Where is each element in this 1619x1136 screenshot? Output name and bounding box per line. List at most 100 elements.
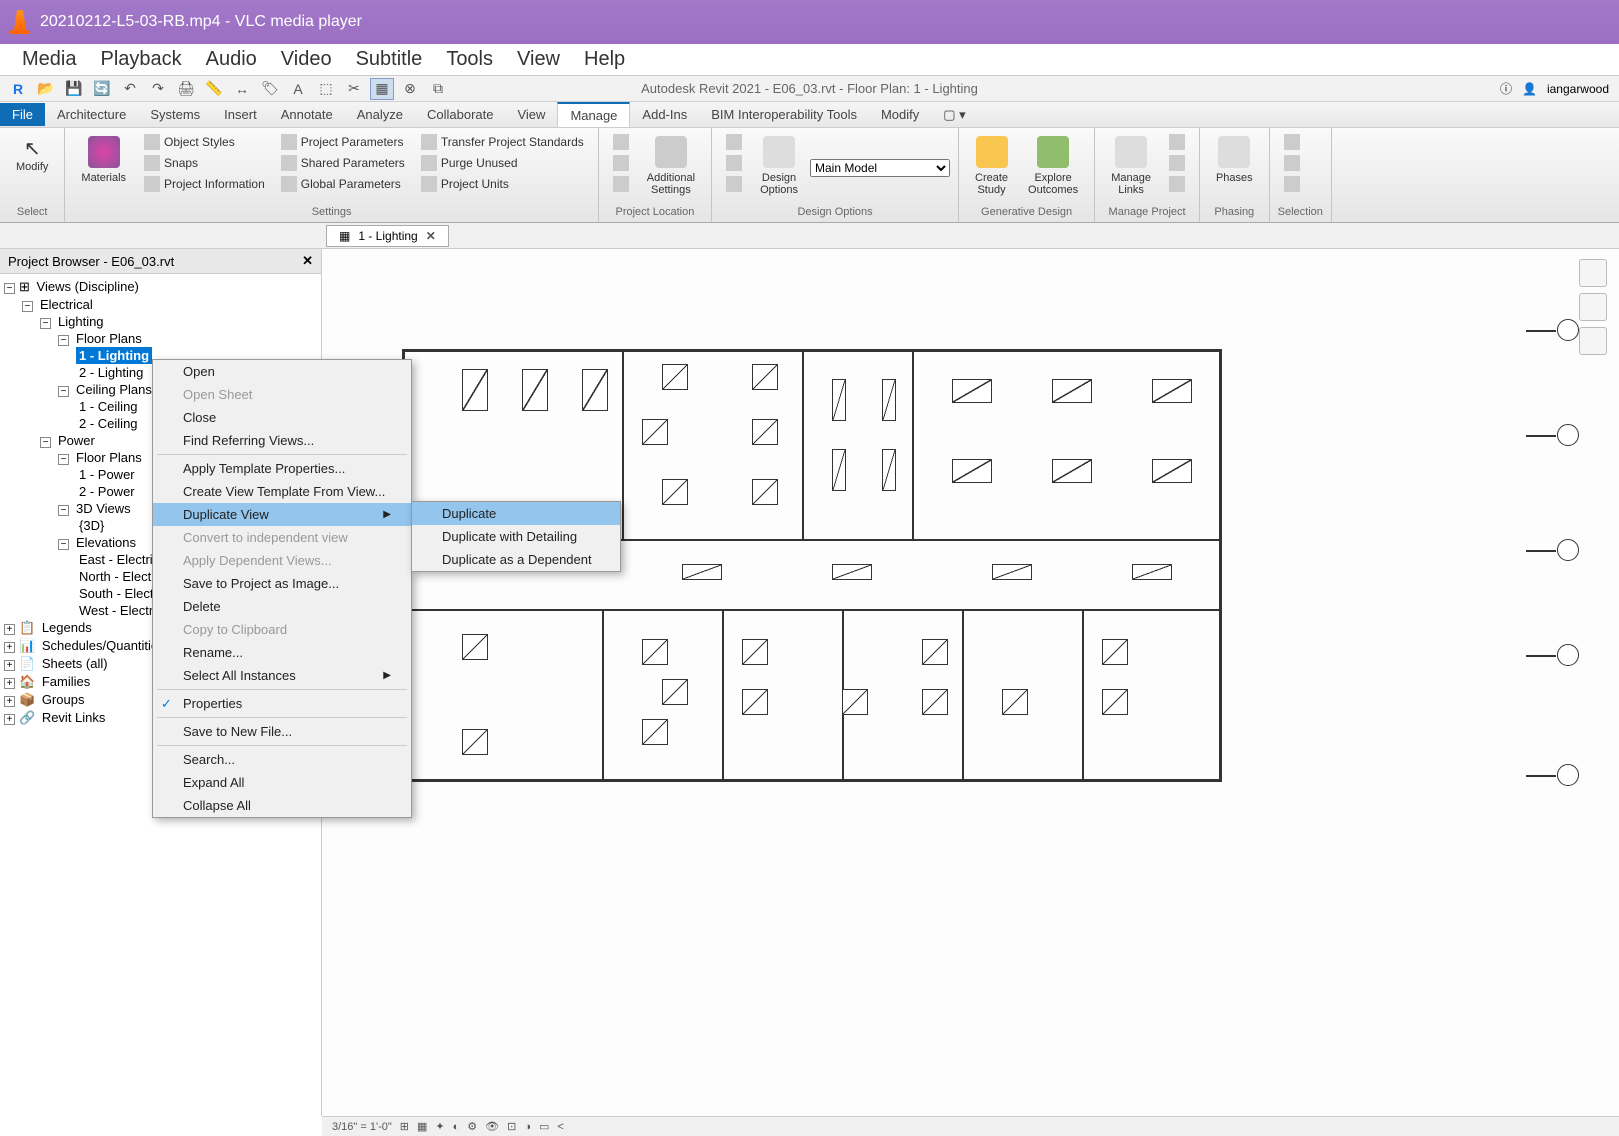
vlc-menu-subtitle[interactable]: Subtitle — [344, 44, 435, 75]
vlc-menu-video[interactable]: Video — [269, 44, 344, 75]
save-icon[interactable]: 💾 — [62, 78, 86, 100]
tree-item-1-ceiling[interactable]: 1 - Ceiling — [76, 398, 141, 415]
location-button[interactable] — [607, 132, 635, 152]
add-to-set-button[interactable] — [720, 132, 748, 152]
tab-manage[interactable]: Manage — [557, 102, 630, 127]
tab-context-icon[interactable]: ▢ ▾ — [931, 103, 977, 127]
cm-duplicate-detailing[interactable]: Duplicate with Detailing — [412, 525, 620, 548]
vlc-menu-tools[interactable]: Tools — [434, 44, 505, 75]
info-icon[interactable]: ⓘ — [1500, 80, 1512, 97]
tree-ceiling-plans[interactable]: Ceiling Plans — [73, 381, 155, 398]
tree-item-3d[interactable]: {3D} — [76, 517, 107, 534]
view-tab-lighting[interactable]: ▦ 1 - Lighting ✕ — [326, 225, 449, 247]
cm-collapse-all[interactable]: Collapse All — [153, 794, 411, 817]
tree-3d-views[interactable]: 3D Views — [73, 500, 134, 517]
tree-toggle[interactable]: + — [4, 624, 15, 635]
tab-architecture[interactable]: Architecture — [45, 103, 138, 126]
tab-view[interactable]: View — [505, 103, 557, 126]
cm-delete[interactable]: Delete — [153, 595, 411, 618]
tab-addins[interactable]: Add-Ins — [630, 103, 699, 126]
status-icon[interactable]: ✦ — [435, 1120, 444, 1133]
nav-wheel-icon[interactable] — [1579, 293, 1607, 321]
additional-settings-button[interactable]: Additional Settings — [639, 132, 703, 200]
manage-links-button[interactable]: Manage Links — [1103, 132, 1159, 200]
tree-toggle[interactable]: + — [4, 696, 15, 707]
explore-outcomes-button[interactable]: Explore Outcomes — [1020, 132, 1086, 200]
create-study-button[interactable]: Create Study — [967, 132, 1016, 200]
tab-analyze[interactable]: Analyze — [345, 103, 415, 126]
project-info-button[interactable]: Project Information — [138, 174, 271, 194]
starting-view-button[interactable] — [1163, 174, 1191, 194]
tree-toggle[interactable]: − — [58, 539, 69, 550]
cm-search[interactable]: Search... — [153, 748, 411, 771]
tree-schedules[interactable]: Schedules/Quantities — [39, 637, 168, 654]
view-tab-close-icon[interactable]: ✕ — [426, 229, 436, 243]
position-button[interactable] — [607, 174, 635, 194]
open-icon[interactable]: 📂 — [34, 78, 58, 100]
transfer-standards-button[interactable]: Transfer Project Standards — [415, 132, 590, 152]
cm-create-template[interactable]: Create View Template From View... — [153, 480, 411, 503]
nav-home-icon[interactable] — [1579, 259, 1607, 287]
tree-toggle[interactable]: − — [58, 386, 69, 397]
tree-power-floor-plans[interactable]: Floor Plans — [73, 449, 145, 466]
view3d-icon[interactable]: ⬚ — [314, 78, 338, 100]
tree-legends[interactable]: Legends — [39, 619, 95, 636]
status-icon[interactable]: ◐ — [453, 1121, 460, 1133]
cm-save-image[interactable]: Save to Project as Image... — [153, 572, 411, 595]
selection-save-button[interactable] — [1278, 132, 1306, 152]
selection-load-button[interactable] — [1278, 153, 1306, 173]
vlc-menu-playback[interactable]: Playback — [88, 44, 193, 75]
tab-file[interactable]: File — [0, 103, 45, 126]
tree-item-2-lighting[interactable]: 2 - Lighting — [76, 364, 146, 381]
decal-types-button[interactable] — [1163, 153, 1191, 173]
tree-views[interactable]: Views (Discipline) — [34, 278, 142, 295]
switch-window-icon[interactable]: ⧉ — [426, 78, 450, 100]
materials-button[interactable]: Materials — [73, 132, 134, 188]
status-icon[interactable]: ▭ — [539, 1120, 549, 1133]
object-styles-button[interactable]: Object Styles — [138, 132, 271, 152]
dimension-icon[interactable]: ↔ — [230, 78, 254, 100]
vlc-menu-audio[interactable]: Audio — [194, 44, 269, 75]
scale-label[interactable]: 3/16" = 1'-0" — [332, 1121, 392, 1133]
tab-bim-tools[interactable]: BIM Interoperability Tools — [699, 103, 869, 126]
selection-edit-button[interactable] — [1278, 174, 1306, 194]
cm-select-all[interactable]: Select All Instances▶ — [153, 664, 411, 687]
phases-button[interactable]: Phases — [1208, 132, 1261, 188]
status-icon[interactable]: < — [557, 1121, 563, 1133]
pick-edit-button[interactable] — [720, 153, 748, 173]
tree-revit-links[interactable]: Revit Links — [39, 709, 109, 726]
cm-duplicate-view[interactable]: Duplicate View ▶ Duplicate Duplicate wit… — [153, 503, 411, 526]
status-icon[interactable]: ◑ — [524, 1121, 531, 1133]
cm-expand-all[interactable]: Expand All — [153, 771, 411, 794]
manage-images-button[interactable] — [1163, 132, 1191, 152]
global-params-button[interactable]: Global Parameters — [275, 174, 411, 194]
tree-toggle[interactable]: − — [4, 283, 15, 294]
coordinates-button[interactable] — [607, 153, 635, 173]
status-icon[interactable]: ⊡ — [507, 1120, 516, 1133]
close-hidden-icon[interactable]: ⊗ — [398, 78, 422, 100]
nav-pan-icon[interactable] — [1579, 327, 1607, 355]
vlc-menu-help[interactable]: Help — [572, 44, 637, 75]
cm-rename[interactable]: Rename... — [153, 641, 411, 664]
username[interactable]: iangarwood — [1547, 82, 1609, 96]
cm-apply-template[interactable]: Apply Template Properties... — [153, 457, 411, 480]
tree-sheets[interactable]: Sheets (all) — [39, 655, 111, 672]
status-icon[interactable]: ⊞ — [400, 1120, 409, 1133]
tree-toggle[interactable]: + — [4, 714, 15, 725]
snaps-button[interactable]: Snaps — [138, 153, 271, 173]
shared-params-button[interactable]: Shared Parameters — [275, 153, 411, 173]
purge-unused-button[interactable]: Purge Unused — [415, 153, 590, 173]
cm-open[interactable]: Open — [153, 360, 411, 383]
tree-toggle[interactable]: − — [40, 318, 51, 329]
vlc-menu-view[interactable]: View — [505, 44, 572, 75]
revit-logo-icon[interactable]: R — [6, 78, 30, 100]
status-icon[interactable]: ⚙ — [467, 1120, 477, 1133]
modify-button[interactable]: ↖ Modify — [8, 132, 56, 177]
cm-close[interactable]: Close — [153, 406, 411, 429]
cm-properties[interactable]: ✓Properties — [153, 692, 411, 715]
status-icon[interactable]: 👁 — [485, 1120, 499, 1133]
signin-icon[interactable]: 👤 — [1522, 82, 1537, 96]
project-units-button[interactable]: Project Units — [415, 174, 590, 194]
tree-lighting[interactable]: Lighting — [55, 313, 107, 330]
vlc-menu-media[interactable]: Media — [10, 44, 88, 75]
